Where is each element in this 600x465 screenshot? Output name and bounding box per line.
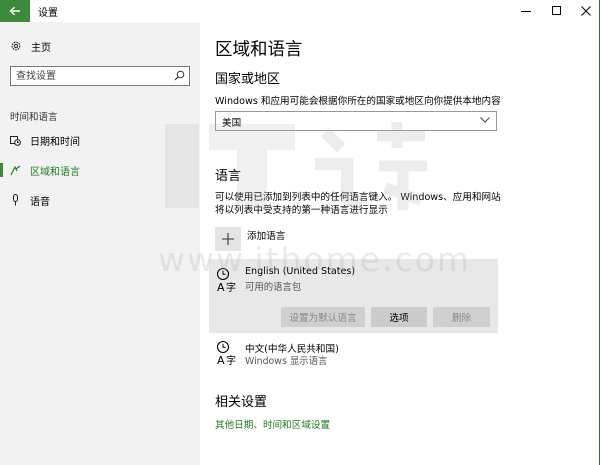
- sidebar-item-label: 区域和语言: [30, 166, 80, 178]
- svg-text:A: A: [217, 281, 225, 293]
- plus-icon: [222, 233, 234, 245]
- sidebar-item-label: 日期和时间: [30, 136, 80, 148]
- window-title: 设置: [38, 8, 58, 19]
- chevron-down-icon: [480, 117, 490, 123]
- language-item-selected[interactable]: A 字 English (United States) 可用的语言包 设置为默认…: [209, 259, 498, 333]
- region-language-icon: [10, 165, 21, 175]
- language-status: 可用的语言包: [245, 282, 302, 293]
- language-heading: 语言: [215, 169, 242, 184]
- close-icon: [581, 6, 591, 16]
- additional-date-time-region-link[interactable]: 其他日期、时间和区域设置: [215, 417, 330, 431]
- add-language-square: [215, 227, 241, 251]
- sidebar: 主页 时间和语言 日期和时间 区域和语言 语音: [0, 22, 200, 465]
- country-dropdown-value: 美国: [222, 118, 242, 129]
- svg-text:字: 字: [226, 281, 236, 293]
- sidebar-section-label: 时间和语言: [10, 112, 58, 123]
- language-pack-icon: A 字: [216, 340, 236, 366]
- add-language-label: 添加语言: [247, 231, 286, 242]
- language-item[interactable]: A 字 中文(中华人民共和国) Windows 显示语言: [209, 338, 498, 370]
- maximize-icon: [552, 6, 561, 15]
- sidebar-item-home[interactable]: 主页: [10, 38, 51, 54]
- minimize-button[interactable]: [509, 0, 543, 22]
- sidebar-item-label: 语音: [30, 196, 50, 208]
- search-icon[interactable]: [174, 70, 185, 81]
- region-description: Windows 和应用可能会根据你所在的国家或地区向你提供本地内容: [215, 96, 501, 107]
- language-status: Windows 显示语言: [245, 356, 328, 367]
- options-button[interactable]: 选项: [371, 307, 427, 327]
- close-button[interactable]: [569, 0, 600, 22]
- svg-text:A: A: [217, 354, 225, 366]
- related-settings-heading: 相关设置: [215, 395, 268, 410]
- language-name: English (United States): [245, 266, 356, 277]
- language-description-line1: 可以使用已添加到列表中的任何语言键入。 Windows、应用和网站: [215, 192, 501, 203]
- sidebar-item-date-time[interactable]: 日期和时间: [0, 128, 200, 152]
- remove-button[interactable]: 删除: [433, 307, 490, 327]
- minimize-icon: [521, 11, 531, 12]
- main-content: 区域和语言 国家或地区 Windows 和应用可能会根据你所在的国家或地区向你提…: [200, 22, 600, 465]
- arrow-left-icon: [9, 6, 20, 16]
- back-button[interactable]: [0, 0, 30, 22]
- title-bar: 设置: [0, 0, 600, 22]
- gear-icon: [11, 41, 21, 51]
- sidebar-item-speech[interactable]: 语音: [0, 188, 200, 212]
- calendar-clock-icon: [10, 135, 21, 146]
- search-input[interactable]: [11, 67, 171, 85]
- microphone-icon: [13, 194, 18, 206]
- country-dropdown[interactable]: 美国: [215, 111, 497, 131]
- svg-text:字: 字: [226, 354, 236, 366]
- sidebar-item-region-language[interactable]: 区域和语言: [0, 158, 200, 182]
- sidebar-item-label: 主页: [31, 42, 51, 54]
- language-description-line2: 将以列表中受支持的第一种语言进行显示: [215, 205, 388, 216]
- add-language-button[interactable]: 添加语言: [215, 227, 285, 251]
- set-default-button[interactable]: 设置为默认语言: [281, 307, 365, 327]
- search-box: [10, 66, 190, 86]
- page-title: 区域和语言: [215, 40, 303, 60]
- language-pack-icon: A 字: [216, 267, 236, 293]
- region-heading: 国家或地区: [215, 72, 281, 87]
